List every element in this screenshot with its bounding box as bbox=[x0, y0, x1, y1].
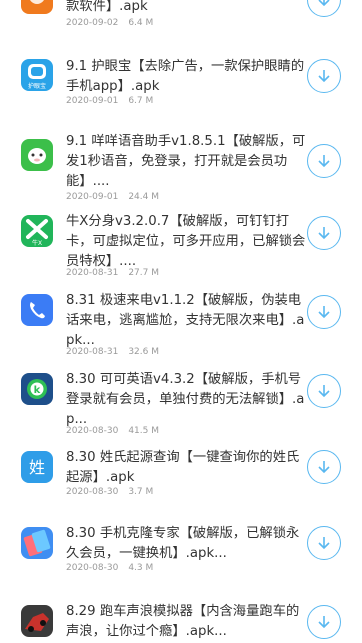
item-date: 2020-08-30 bbox=[66, 563, 119, 573]
item-meta: 2020-09-02 6.4 M bbox=[66, 18, 153, 28]
item-date: 2020-08-30 bbox=[66, 487, 119, 497]
download-arrow-icon bbox=[318, 616, 330, 629]
item-meta: 2020-08-30 3.7 M bbox=[66, 487, 153, 497]
orange-app-icon bbox=[21, 0, 53, 14]
download-button[interactable] bbox=[307, 605, 341, 639]
item-meta: 2020-08-30 41.5 M bbox=[66, 426, 159, 436]
icon-label: k bbox=[34, 385, 41, 396]
item-meta: 2020-08-30 4.3 M bbox=[66, 563, 153, 573]
download-arrow-icon bbox=[318, 306, 330, 319]
item-date: 2020-08-31 bbox=[66, 347, 119, 357]
item-date: 2020-09-02 bbox=[66, 18, 119, 28]
item-title: 款软件】.apk bbox=[66, 0, 148, 14]
item-title: 8.30 姓氏起源查询【一键查询你的姓氏起源】.apk bbox=[66, 450, 300, 485]
download-button[interactable] bbox=[307, 59, 341, 93]
item-size: 27.7 M bbox=[128, 268, 159, 278]
item-date: 2020-09-01 bbox=[66, 192, 119, 202]
item-meta: 2020-08-31 27.7 M bbox=[66, 268, 159, 278]
download-button[interactable] bbox=[307, 526, 341, 560]
download-arrow-icon bbox=[318, 227, 330, 240]
surname-icon: 姓 bbox=[21, 451, 53, 483]
item-title: 9.1 咩咩语音助手v1.8.5.1【破解版，可发1秒语音，免登录，打开就是会员… bbox=[66, 134, 306, 189]
item-date: 2020-08-30 bbox=[66, 426, 119, 436]
download-arrow-icon bbox=[318, 70, 330, 83]
item-meta: 2020-09-01 24.4 M bbox=[66, 192, 159, 202]
item-size: 41.5 M bbox=[128, 426, 159, 436]
item-title: 8.31 极速来电v1.1.2【破解版，伪装电话来电，逃离尴尬，支持无限次来电】… bbox=[66, 293, 305, 348]
sheep-icon bbox=[21, 139, 53, 171]
download-button[interactable] bbox=[307, 374, 341, 408]
item-title: 9.1 护眼宝【去除广告，一款保护眼睛的手机app】.apk bbox=[66, 59, 305, 94]
item-size: 6.4 M bbox=[128, 18, 154, 28]
item-size: 32.6 M bbox=[128, 347, 159, 357]
item-size: 24.4 M bbox=[128, 192, 159, 202]
keke-english-icon: k bbox=[21, 373, 53, 405]
nx-clone-icon: 牛X bbox=[21, 215, 53, 247]
phone-icon bbox=[21, 294, 53, 326]
item-title: 8.29 跑车声浪模拟器【内含海量跑车的声浪，让你过个瘾】.apk... bbox=[66, 604, 300, 639]
phone-clone-icon bbox=[21, 527, 53, 559]
item-title: 牛X分身v3.2.0.7【破解版，可钉钉打卡，可虚拟定位，可多开应用，已解锁会员… bbox=[66, 214, 306, 269]
item-size: 3.7 M bbox=[128, 487, 154, 497]
item-date: 2020-09-01 bbox=[66, 96, 119, 106]
eye-protect-icon: 护眼宝 bbox=[21, 59, 53, 91]
download-arrow-icon bbox=[318, 461, 330, 474]
download-button[interactable] bbox=[307, 0, 341, 17]
download-button[interactable] bbox=[307, 144, 341, 178]
download-button[interactable] bbox=[307, 295, 341, 329]
sports-car-icon bbox=[21, 605, 53, 637]
item-meta: 2020-08-31 32.6 M bbox=[66, 347, 159, 357]
item-title: 8.30 手机克隆专家【破解版，已解锁永久会员，一键换机】.apk... bbox=[66, 526, 300, 561]
app-list: 款软件】.apk 2020-09-02 6.4 M 护眼宝 9.1 护眼宝【去除广… bbox=[0, 0, 362, 643]
download-arrow-icon bbox=[318, 155, 330, 168]
item-meta: 2020-09-01 6.7 M bbox=[66, 96, 153, 106]
download-arrow-icon bbox=[318, 385, 330, 398]
item-size: 4.3 M bbox=[128, 563, 154, 573]
item-size: 6.7 M bbox=[128, 96, 154, 106]
icon-label: 姓 bbox=[29, 458, 45, 477]
download-button[interactable] bbox=[307, 216, 341, 250]
download-button[interactable] bbox=[307, 450, 341, 484]
download-arrow-icon bbox=[318, 537, 330, 550]
item-date: 2020-08-31 bbox=[66, 268, 119, 278]
icon-label: 牛X bbox=[32, 239, 42, 247]
icon-label: 护眼宝 bbox=[28, 82, 46, 90]
item-title: 8.30 可可英语v4.3.2【破解版，手机号登录就有会员，单独付费的无法解锁】… bbox=[66, 372, 305, 427]
download-arrow-icon bbox=[318, 0, 330, 7]
